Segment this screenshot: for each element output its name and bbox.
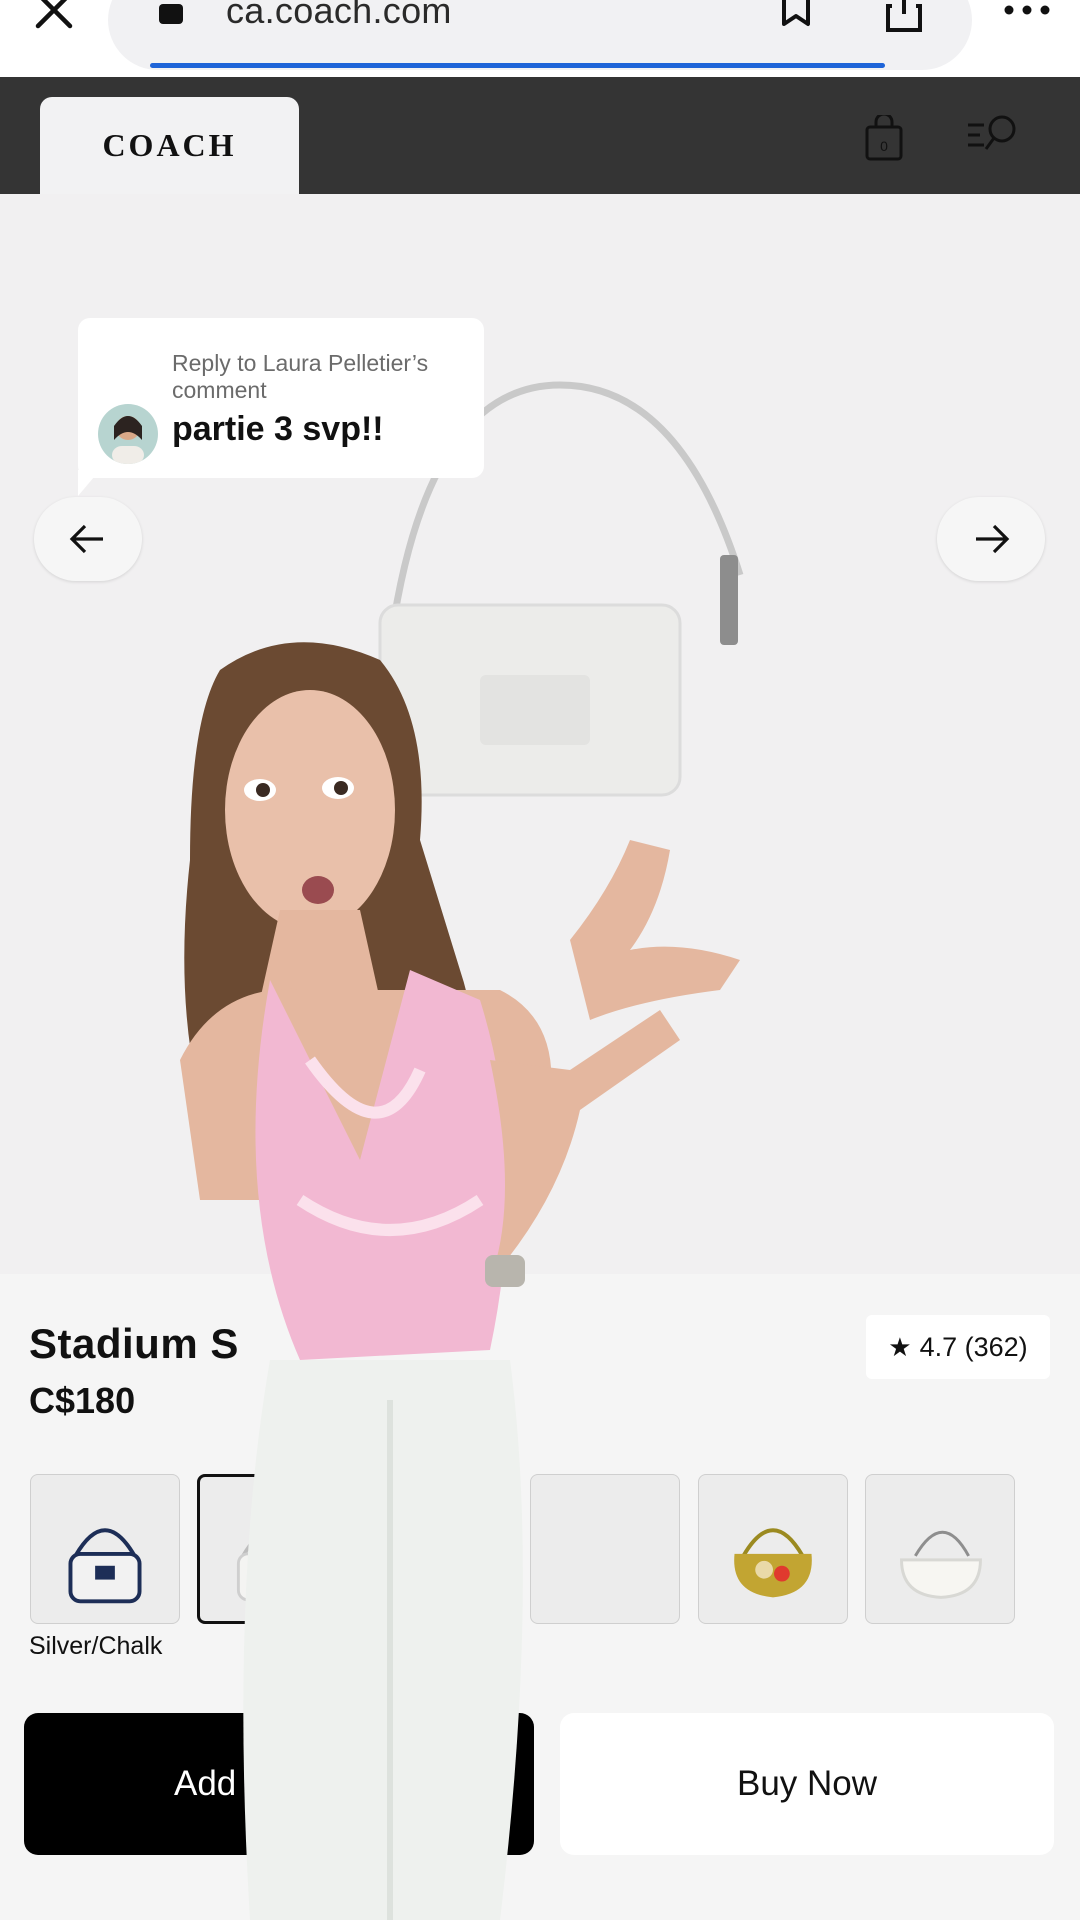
commenter-avatar [98, 404, 158, 464]
brand-logo: COACH [102, 127, 237, 163]
swatch-navy[interactable] [30, 1474, 180, 1624]
site-header: COACH 0 [0, 77, 1080, 194]
bag-count: 0 [880, 138, 888, 154]
presenter-figure [180, 642, 740, 1920]
browser-toolbar: ca.coach.com [0, 0, 1080, 77]
share-icon[interactable] [884, 0, 924, 34]
lock-icon [159, 4, 183, 24]
logo-tab[interactable]: COACH [40, 97, 299, 194]
arrow-right-icon [976, 524, 1010, 554]
page-load-progress [150, 63, 885, 68]
url-text[interactable]: ca.coach.com [226, 0, 452, 32]
previous-image-button[interactable] [34, 497, 142, 581]
rating-value: 4.7 (362) [919, 1331, 1028, 1362]
product-price: C$180 [29, 1380, 136, 1421]
close-icon[interactable] [32, 0, 76, 38]
bookmark-icon[interactable] [778, 0, 814, 30]
shopping-bag-icon[interactable]: 0 [864, 115, 904, 161]
comment-meta: Reply to Laura Pelletier’s comment [172, 350, 429, 403]
comment-bubble-tail [78, 470, 100, 496]
arrow-left-icon [69, 524, 103, 554]
navy-bag-thumbnail [68, 1528, 142, 1604]
selected-color-label: Silver/Chalk [29, 1632, 163, 1660]
more-icon[interactable] [1002, 0, 1052, 20]
comment-text: partie 3 svp!! [172, 410, 384, 448]
menu-search-icon[interactable] [966, 115, 1020, 155]
next-image-button[interactable] [937, 497, 1045, 581]
